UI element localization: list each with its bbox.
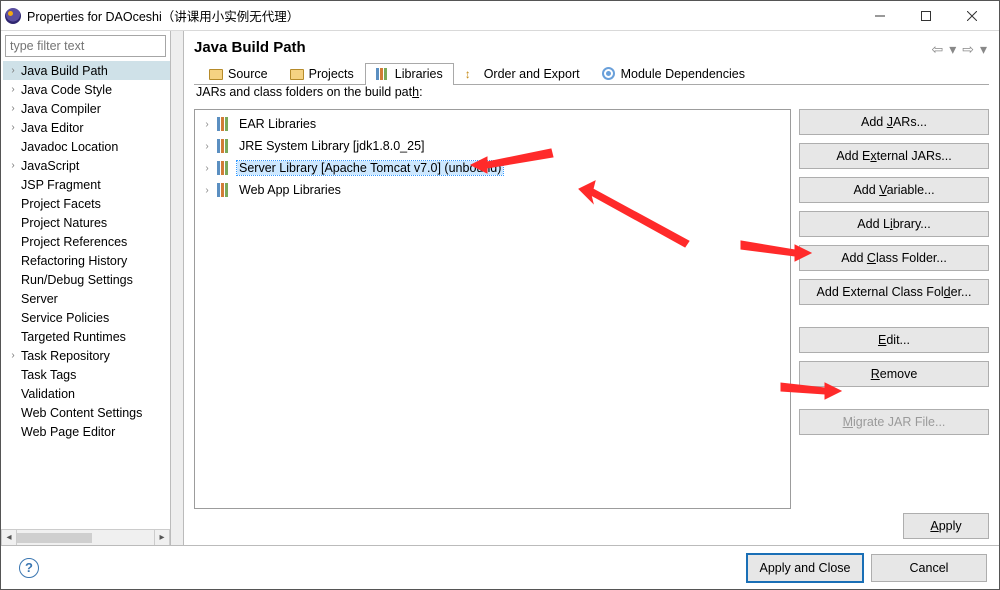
edit-button[interactable]: Edit... xyxy=(799,327,989,353)
history-nav: ⇦▾ ⇨▾ xyxy=(929,41,989,58)
add-external-class-folder-button[interactable]: Add External Class Folder... xyxy=(799,279,989,305)
forward-menu-icon[interactable]: ▾ xyxy=(978,41,989,58)
split-gutter[interactable] xyxy=(171,31,184,545)
eclipse-icon xyxy=(5,8,21,24)
back-menu-icon[interactable]: ▾ xyxy=(947,41,958,58)
build-path-tabs: Source Projects Libraries Order and Expo… xyxy=(194,62,989,85)
sidebar-item[interactable]: Refactoring History xyxy=(3,251,170,270)
sidebar-item[interactable]: ›Java Code Style xyxy=(3,80,170,99)
sidebar-item[interactable]: Targeted Runtimes xyxy=(3,327,170,346)
scroll-left-icon[interactable]: ◂ xyxy=(1,530,17,546)
minimize-button[interactable] xyxy=(857,1,903,31)
sidebar-item[interactable]: ›Java Compiler xyxy=(3,99,170,118)
migrate-jar-button: Migrate JAR File... xyxy=(799,409,989,435)
page-title: Java Build Path xyxy=(194,39,929,56)
sidebar-item[interactable]: Web Content Settings xyxy=(3,403,170,422)
library-node[interactable]: ›JRE System Library [jdk1.8.0_25] xyxy=(197,135,788,157)
cancel-button[interactable]: Cancel xyxy=(871,554,987,582)
sidebar-item[interactable]: Task Tags xyxy=(3,365,170,384)
sidebar-item[interactable]: Javadoc Location xyxy=(3,137,170,156)
add-variable-button[interactable]: Add Variable... xyxy=(799,177,989,203)
window-title: Properties for DAOceshi（讲课用小实例无代理） xyxy=(27,6,857,25)
tab-libraries[interactable]: Libraries xyxy=(365,63,454,85)
properties-dialog: Properties for DAOceshi（讲课用小实例无代理） ›Java… xyxy=(0,0,1000,590)
sidebar-item[interactable]: Project Natures xyxy=(3,213,170,232)
sidebar-item[interactable]: ›Java Build Path xyxy=(3,61,170,80)
scroll-right-icon[interactable]: ▸ xyxy=(154,530,170,546)
tab-module-deps[interactable]: Module Dependencies xyxy=(591,63,756,85)
sidebar-item[interactable]: Validation xyxy=(3,384,170,403)
add-external-jars-button[interactable]: Add External JARs... xyxy=(799,143,989,169)
filter-input[interactable] xyxy=(5,35,166,57)
libraries-caption: JARs and class folders on the build path… xyxy=(196,85,989,99)
libraries-actions: Add JARs... Add External JARs... Add Var… xyxy=(799,109,989,509)
dialog-footer: ? Apply and Close Cancel xyxy=(1,545,999,589)
library-node[interactable]: ›Server Library [Apache Tomcat v7.0] (un… xyxy=(197,157,788,179)
sidebar-item[interactable]: ›JavaScript xyxy=(3,156,170,175)
category-nav: ›Java Build Path›Java Code Style›Java Co… xyxy=(1,31,171,545)
add-library-button[interactable]: Add Library... xyxy=(799,211,989,237)
tab-order-export[interactable]: Order and Export xyxy=(454,63,591,85)
help-icon[interactable]: ? xyxy=(19,558,39,578)
sidebar-item[interactable]: Service Policies xyxy=(3,308,170,327)
maximize-button[interactable] xyxy=(903,1,949,31)
sidebar-item[interactable]: JSP Fragment xyxy=(3,175,170,194)
libraries-tree[interactable]: ›EAR Libraries›JRE System Library [jdk1.… xyxy=(194,109,791,509)
remove-button[interactable]: Remove xyxy=(799,361,989,387)
back-icon[interactable]: ⇦ xyxy=(929,41,945,58)
tab-projects[interactable]: Projects xyxy=(279,63,365,85)
properties-page: Java Build Path ⇦▾ ⇨▾ Source Projects Li… xyxy=(184,31,999,545)
sidebar-item[interactable]: Project Facets xyxy=(3,194,170,213)
close-button[interactable] xyxy=(949,1,995,31)
sidebar-item[interactable]: ›Java Editor xyxy=(3,118,170,137)
category-tree[interactable]: ›Java Build Path›Java Code Style›Java Co… xyxy=(1,61,170,441)
sidebar-item[interactable]: ›Task Repository xyxy=(3,346,170,365)
sidebar-item[interactable]: Web Page Editor xyxy=(3,422,170,441)
apply-button[interactable]: Apply xyxy=(903,513,989,539)
add-class-folder-button[interactable]: Add Class Folder... xyxy=(799,245,989,271)
library-node[interactable]: ›EAR Libraries xyxy=(197,113,788,135)
add-jars-button[interactable]: Add JARs... xyxy=(799,109,989,135)
sidebar-item[interactable]: Server xyxy=(3,289,170,308)
sidebar-item[interactable]: Run/Debug Settings xyxy=(3,270,170,289)
title-bar: Properties for DAOceshi（讲课用小实例无代理） xyxy=(1,1,999,31)
nav-h-scrollbar[interactable]: ◂ ▸ xyxy=(1,529,170,545)
sidebar-item[interactable]: Project References xyxy=(3,232,170,251)
library-node[interactable]: ›Web App Libraries xyxy=(197,179,788,201)
apply-and-close-button[interactable]: Apply and Close xyxy=(747,554,863,582)
forward-icon[interactable]: ⇨ xyxy=(960,41,976,58)
scroll-thumb[interactable] xyxy=(17,533,92,543)
tab-source[interactable]: Source xyxy=(198,63,279,85)
